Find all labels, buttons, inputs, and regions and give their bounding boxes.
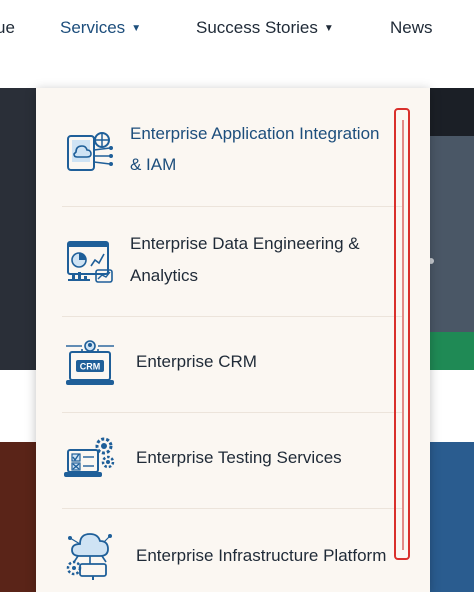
nav-item-services[interactable]: Services ▼ <box>60 18 141 38</box>
scrollbar-track[interactable] <box>402 120 404 550</box>
lower-card-right <box>430 442 474 592</box>
nav-item-label: Success Stories <box>196 18 318 37</box>
dropdown-item-label: Enterprise Infrastructure Platform <box>136 546 387 565</box>
hero-image-right <box>430 136 474 336</box>
testing-icon <box>64 437 115 477</box>
nav-item-home[interactable]: ue <box>0 18 15 38</box>
dropdown-item-label: Enterprise Application Integration <box>130 124 380 143</box>
svg-text:CRM: CRM <box>80 362 101 372</box>
separator <box>62 206 402 207</box>
dropdown-item-label: Analytics <box>130 266 199 285</box>
cloud-network-icon <box>67 132 113 171</box>
services-dropdown: Enterprise Application Integration & IAM… <box>36 88 430 592</box>
dropdown-item-application-integration[interactable]: Enterprise Application Integration & IAM <box>36 118 430 206</box>
lower-card-left <box>0 442 36 592</box>
nav-item-label: Services <box>60 18 126 37</box>
dropdown-item-label: Enterprise Testing Services <box>136 448 342 467</box>
nav-item-label: News <box>390 18 433 37</box>
dropdown-item-label: Enterprise CRM <box>136 352 257 371</box>
infrastructure-icon <box>66 533 112 580</box>
top-nav: ue Services ▼ Success Stories ▼ News <box>0 0 474 88</box>
crm-icon: CRM <box>66 340 114 385</box>
separator <box>62 316 402 317</box>
dropdown-item-data-engineering[interactable]: Enterprise Data Engineering & Analytics <box>36 228 430 316</box>
caret-down-icon: ▼ <box>323 23 334 34</box>
dropdown-scrollbar[interactable] <box>394 108 410 560</box>
dropdown-item-label: & IAM <box>130 155 177 174</box>
nav-item-label: ue <box>0 18 15 37</box>
separator <box>62 508 402 509</box>
caret-down-icon: ▼ <box>131 23 142 34</box>
nav-item-success-stories[interactable]: Success Stories ▼ <box>196 18 334 38</box>
hero-image-left <box>0 88 36 370</box>
dropdown-item-label: Enterprise Data Engineering & <box>130 234 360 253</box>
hero-cta-strip[interactable] <box>430 332 474 370</box>
dropdown-item-testing[interactable]: Enterprise Testing Services <box>36 428 430 508</box>
separator <box>62 412 402 413</box>
dropdown-item-crm[interactable]: CRM Enterprise CRM <box>36 332 430 412</box>
analytics-dashboard-icon <box>67 241 113 283</box>
nav-item-news[interactable]: News <box>390 18 433 38</box>
